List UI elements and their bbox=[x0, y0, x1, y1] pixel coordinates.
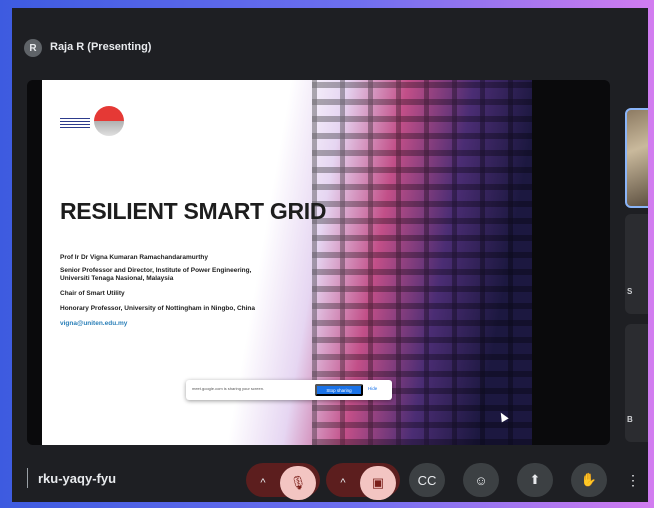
camera-options-chevron-icon[interactable]: ^ bbox=[326, 466, 360, 500]
stop-sharing-button[interactable]: Stop sharing bbox=[315, 384, 363, 396]
camera-control-group: ^ ▣ bbox=[326, 463, 400, 500]
bar-divider bbox=[27, 468, 28, 488]
presenter-label: Raja R (Presenting) bbox=[50, 41, 152, 53]
hide-banner-link[interactable]: Hide bbox=[368, 386, 377, 391]
presenter-avatar: R bbox=[24, 39, 42, 57]
meeting-code: rku-yaqy-fyu bbox=[38, 471, 117, 486]
call-controls-bar: rku-yaqy-fyu ^ 🎙 ^ ▣ CC ☺ ⬆ ✋ ⋮ bbox=[12, 460, 648, 500]
slide-chair-line: Chair of Smart Utility bbox=[60, 290, 125, 297]
mic-control-group: ^ 🎙 bbox=[246, 463, 320, 500]
presentation-stage: RESILIENT SMART GRID Prof Ir Dr Vigna Ku… bbox=[27, 80, 610, 445]
slide-title: RESILIENT SMART GRID bbox=[60, 198, 327, 224]
emoji-reaction-icon[interactable]: ☺ bbox=[463, 463, 499, 497]
slide-email: vigna@uniten.edu.my bbox=[60, 320, 128, 327]
logo-emblem bbox=[94, 106, 124, 136]
participant-tile-self[interactable] bbox=[625, 108, 648, 208]
slide-affiliation-line-2: Universiti Tenaga Nasional, Malaysia bbox=[60, 275, 174, 282]
presenter-bar: R Raja R (Presenting) bbox=[12, 36, 648, 60]
shared-slide: RESILIENT SMART GRID Prof Ir Dr Vigna Ku… bbox=[42, 80, 532, 445]
mic-off-icon[interactable]: 🎙 bbox=[280, 466, 316, 500]
meet-window: R Raja R (Presenting) RESILIENT SMART GR… bbox=[12, 8, 648, 502]
more-options-icon[interactable]: ⋮ bbox=[626, 463, 640, 497]
share-banner-message: meet.google.com is sharing your screen. bbox=[192, 386, 265, 391]
camera-off-icon[interactable]: ▣ bbox=[360, 466, 396, 500]
slide-honorary-line: Honorary Professor, University of Nottin… bbox=[60, 305, 256, 312]
slide-speaker-name: Prof Ir Dr Vigna Kumaran Ramachandaramur… bbox=[60, 254, 208, 261]
present-screen-icon[interactable]: ⬆ bbox=[517, 463, 553, 497]
participant-tile-label: S bbox=[627, 287, 633, 296]
university-logo bbox=[60, 106, 124, 136]
participant-tile[interactable]: S bbox=[625, 214, 648, 314]
participant-tile-label: B bbox=[627, 415, 633, 424]
raise-hand-icon[interactable]: ✋ bbox=[571, 463, 607, 497]
mic-options-chevron-icon[interactable]: ^ bbox=[246, 466, 280, 500]
screen-share-banner: meet.google.com is sharing your screen. … bbox=[186, 380, 392, 400]
captions-icon[interactable]: CC bbox=[409, 463, 445, 497]
slide-affiliation-line-1: Senior Professor and Director, Institute… bbox=[60, 267, 252, 274]
logo-wordmark bbox=[60, 116, 90, 128]
participant-tile[interactable]: B bbox=[625, 324, 648, 442]
